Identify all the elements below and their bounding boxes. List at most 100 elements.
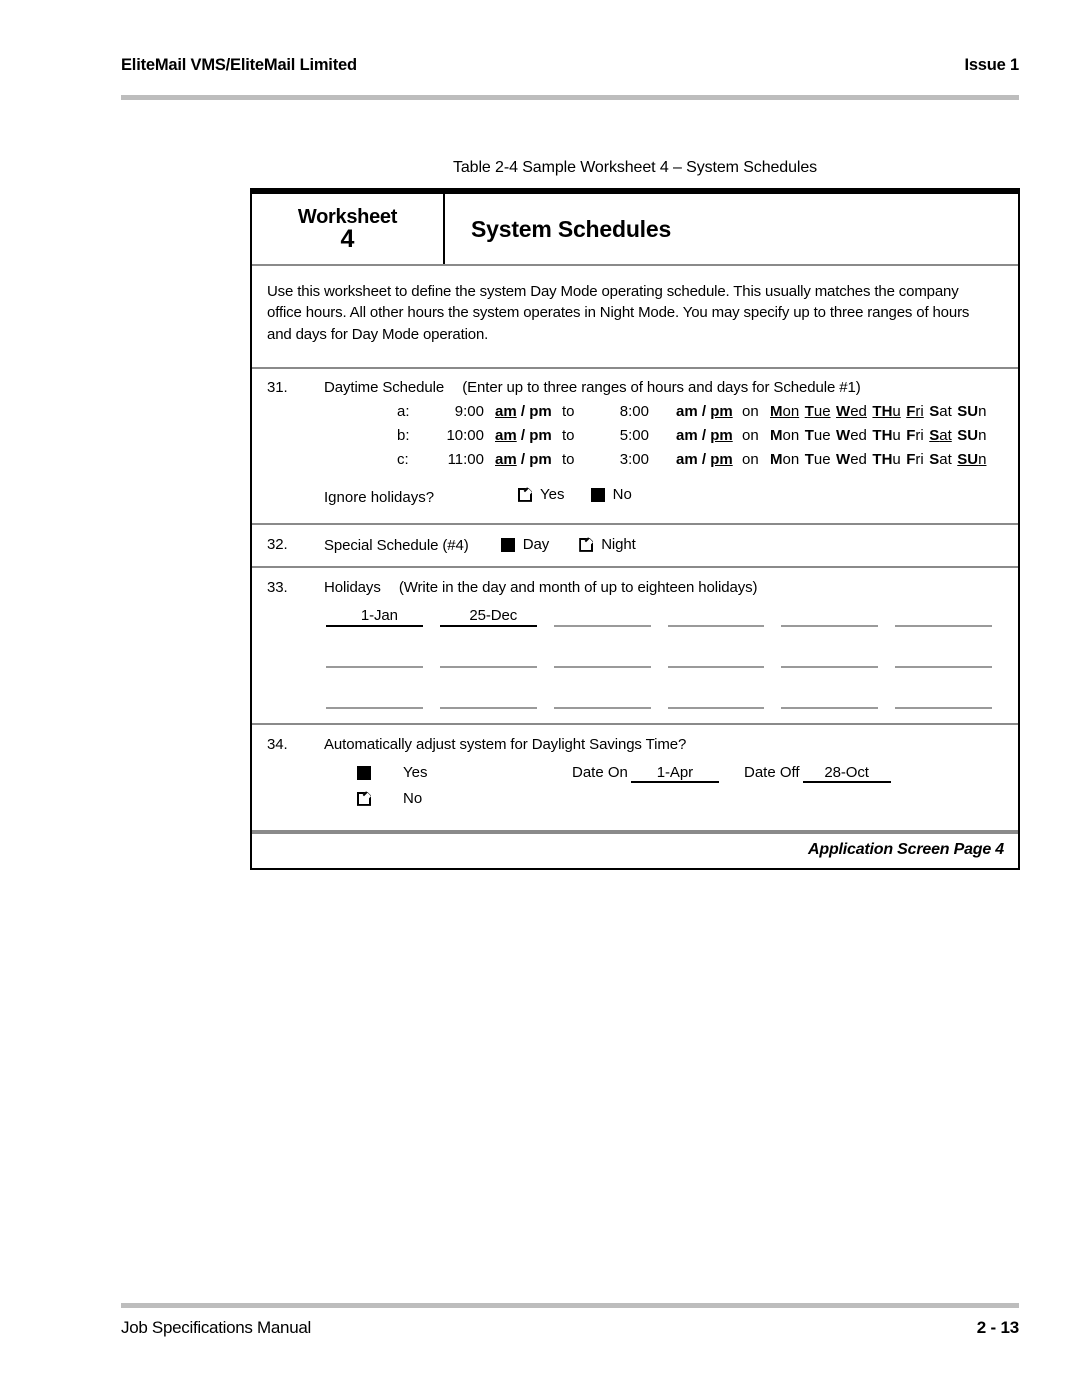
holiday-entry-line (781, 624, 879, 627)
day-toggle-sun[interactable]: SUn (957, 403, 986, 420)
holiday-entry[interactable] (666, 606, 777, 627)
holiday-entry[interactable] (324, 688, 435, 709)
holiday-entry[interactable] (552, 688, 663, 709)
schedule-end-time[interactable]: 5:00 (597, 427, 649, 444)
day-toggle-wed[interactable]: Wed (836, 451, 867, 468)
day-toggle-mon[interactable]: Mon (770, 403, 799, 420)
day-toggle-tue[interactable]: Tue (805, 451, 831, 468)
day-toggle-fri[interactable]: Fri (906, 451, 924, 468)
day-toggle-thu[interactable]: THu (872, 451, 900, 468)
schedule-end-meridiem[interactable]: am / pm (676, 403, 733, 420)
worksheet-title-cell: System Schedules (445, 194, 1018, 264)
meridiem-pm[interactable]: pm (529, 403, 552, 420)
schedule-to-label: to (562, 426, 575, 444)
worksheet-number-cell: Worksheet 4 (252, 194, 445, 264)
dst-date-off-value[interactable]: 28-Oct (802, 764, 891, 783)
day-toggle-wed[interactable]: Wed (836, 403, 867, 420)
ignore-holidays-no-option[interactable]: No (590, 486, 632, 504)
checkbox-unchecked-icon[interactable] (518, 488, 532, 502)
schedule-start-time[interactable]: 9:00 (430, 403, 484, 420)
holiday-entry-line (326, 624, 423, 627)
holiday-entry[interactable] (552, 647, 663, 668)
meridiem-pm[interactable]: pm (529, 427, 552, 444)
ignore-holidays-row: Ignore holidays? Yes No (252, 486, 1018, 514)
worksheet-intro-text: Use this worksheet to define the system … (267, 283, 970, 343)
day-abbrev-cap: SU (957, 402, 979, 420)
dst-no-option[interactable] (357, 791, 379, 808)
dst-yes-option[interactable] (357, 765, 379, 782)
item-31: 31. Daytime Schedule (Enter up to three … (252, 379, 1018, 396)
meridiem-am[interactable]: am (495, 427, 517, 444)
dst-date-off-field[interactable]: Date Off 28-Oct (744, 764, 894, 783)
item-32-body: Special Schedule (#4) Day Night (324, 536, 1018, 554)
day-toggle-sat[interactable]: Sat (929, 451, 952, 468)
schedule-start-meridiem[interactable]: am / pm (495, 403, 552, 420)
ignore-holidays-yes-option[interactable]: Yes (518, 486, 564, 504)
schedule-on-label: on (742, 450, 759, 468)
day-toggle-sun[interactable]: SUn (957, 427, 986, 444)
special-schedule-day-option[interactable]: Day (500, 536, 549, 554)
schedule-start-time[interactable]: 10:00 (430, 427, 484, 444)
item-34-number: 34. (267, 735, 288, 753)
item-32: 32. Special Schedule (#4) Day Night (252, 536, 1018, 554)
holiday-entry[interactable] (779, 647, 890, 668)
section-item-32: 32. Special Schedule (#4) Day Night (252, 525, 1018, 568)
holiday-entry[interactable] (438, 647, 549, 668)
schedule-start-meridiem[interactable]: am / pm (495, 427, 552, 444)
checkbox-checked-icon[interactable] (500, 537, 515, 552)
meridiem-pm[interactable]: pm (710, 451, 733, 468)
day-toggle-fri[interactable]: Fri (906, 427, 924, 444)
meridiem-pm[interactable]: pm (529, 451, 552, 468)
day-toggle-mon[interactable]: Mon (770, 451, 799, 468)
holiday-entry-line (667, 665, 765, 668)
schedule-rows: a: 9:00 am / pm to 8:00 am / pm on Mon Tue Wed THu… (252, 403, 1018, 475)
day-toggle-wed[interactable]: Wed (836, 427, 867, 444)
holiday-entry[interactable] (893, 606, 1004, 627)
day-toggle-sun[interactable]: SUn (957, 451, 986, 468)
day-toggle-tue[interactable]: Tue (805, 403, 831, 420)
dst-date-on-field[interactable]: Date On 1-Apr (572, 764, 722, 783)
holiday-entry[interactable] (666, 647, 777, 668)
holiday-entry[interactable]: 1-Jan (324, 606, 435, 627)
day-toggle-thu[interactable]: THu (872, 427, 900, 444)
holiday-entry[interactable] (438, 688, 549, 709)
day-toggle-thu[interactable]: THu (872, 403, 900, 420)
special-schedule-night-option[interactable]: Night (579, 536, 636, 554)
schedule-end-time[interactable]: 8:00 (597, 403, 649, 420)
meridiem-am[interactable]: am (676, 451, 698, 468)
holiday-entry[interactable] (552, 606, 663, 627)
holiday-entry[interactable] (779, 606, 890, 627)
checkbox-checked-icon[interactable] (590, 487, 605, 502)
schedule-start-time[interactable]: 11:00 (430, 451, 484, 468)
day-toggle-sat[interactable]: Sat (929, 403, 952, 420)
day-toggle-mon[interactable]: Mon (770, 427, 799, 444)
day-abbrev-rest: u (892, 426, 901, 444)
schedule-end-time[interactable]: 3:00 (597, 451, 649, 468)
holiday-entry[interactable] (324, 647, 435, 668)
dst-date-on-value[interactable]: 1-Apr (630, 764, 719, 783)
day-toggle-sat[interactable]: Sat (929, 427, 952, 444)
meridiem-am[interactable]: am (495, 403, 517, 420)
meridiem-pm[interactable]: pm (710, 427, 733, 444)
holiday-entry-line (439, 624, 537, 627)
holiday-entry[interactable]: 25-Dec (438, 606, 549, 627)
schedule-end-meridiem[interactable]: am / pm (676, 451, 733, 468)
worksheet-label: Worksheet (297, 206, 398, 229)
schedule-end-meridiem[interactable]: am / pm (676, 427, 733, 444)
checkbox-unchecked-icon[interactable] (357, 792, 371, 806)
checkbox-checked-icon[interactable] (357, 765, 371, 780)
day-toggle-fri[interactable]: Fri (906, 403, 924, 420)
meridiem-am[interactable]: am (495, 451, 517, 468)
holiday-entry[interactable] (893, 647, 1004, 668)
holiday-entry[interactable] (893, 688, 1004, 709)
checkbox-unchecked-icon[interactable] (579, 538, 593, 552)
meridiem-am[interactable]: am (676, 403, 698, 420)
holiday-entry[interactable] (779, 688, 890, 709)
day-abbrev-rest: u (892, 402, 901, 420)
day-abbrev-cap: TH (872, 450, 893, 468)
holiday-entry[interactable] (666, 688, 777, 709)
meridiem-am[interactable]: am (676, 427, 698, 444)
meridiem-pm[interactable]: pm (710, 403, 733, 420)
schedule-start-meridiem[interactable]: am / pm (495, 451, 552, 468)
day-toggle-tue[interactable]: Tue (805, 427, 831, 444)
